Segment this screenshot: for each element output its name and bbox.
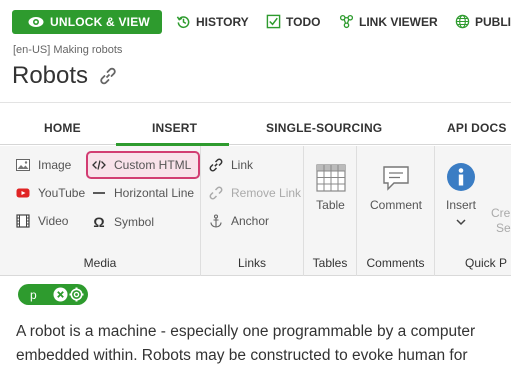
todo-button[interactable]: TODO — [266, 14, 320, 29]
horizontal-line-label: Horizontal Line — [114, 186, 195, 200]
chevron-down-icon — [456, 219, 466, 226]
globe-icon — [455, 14, 470, 29]
page-title: Robots — [12, 62, 118, 90]
link-viewer-button[interactable]: LINK VIEWER — [339, 14, 438, 29]
create-label-1: Cre — [491, 206, 511, 220]
unlink-icon — [209, 186, 223, 200]
quick-group: Insert Cre Se Quick P — [435, 146, 511, 276]
horizontal-line-button[interactable]: Horizontal Line — [92, 186, 194, 200]
publish-label: PUBLIS — [475, 14, 511, 29]
divider — [0, 102, 511, 103]
tables-group: Table Tables — [304, 146, 357, 276]
link-button[interactable]: Link — [209, 158, 253, 172]
horizontal-line-icon — [93, 192, 105, 194]
unlock-and-view-button[interactable]: UNLOCK & VIEW — [12, 10, 162, 34]
video-button[interactable]: Video — [16, 214, 68, 228]
table-label: Table — [316, 198, 345, 212]
create-label-2: Se — [496, 221, 511, 235]
link-label: Link — [231, 158, 254, 172]
comment-icon — [383, 166, 409, 191]
history-button[interactable]: HISTORY — [176, 14, 249, 29]
film-icon — [16, 214, 30, 228]
tag-name: p — [30, 287, 37, 302]
comment-label: Comment — [369, 198, 422, 212]
tab-single-sourcing[interactable]: SINGLE-SOURCING — [266, 121, 382, 135]
symbol-label: Symbol — [114, 215, 155, 229]
tab-api-docs[interactable]: API DOCS — [447, 121, 507, 135]
tables-group-label: Tables — [312, 256, 348, 270]
content-line: embedded within. Robots may be construct… — [16, 347, 468, 364]
checkbox-icon — [266, 14, 281, 29]
links-group-label: Links — [237, 256, 266, 270]
history-label: HISTORY — [196, 14, 249, 29]
content-line: A robot is a machine - especially one pr… — [16, 323, 476, 340]
unlock-and-view-label: UNLOCK & VIEW — [50, 15, 150, 29]
comments-group: Comment Comments — [357, 146, 435, 276]
tab-insert[interactable]: INSERT — [152, 121, 197, 135]
anchor-button[interactable]: Anchor — [209, 214, 269, 228]
link-icon[interactable] — [98, 66, 118, 86]
video-label: Video — [38, 214, 69, 228]
youtube-button[interactable]: YouTube — [16, 186, 85, 200]
close-icon[interactable] — [53, 287, 68, 302]
media-group: Image Custom HTML YouTube Horizontal Lin… — [0, 146, 201, 276]
insert-dropdown-button[interactable]: Insert — [441, 162, 481, 232]
anchor-icon — [210, 214, 222, 228]
publish-button[interactable]: PUBLIS — [455, 14, 511, 29]
tab-home[interactable]: HOME — [44, 121, 81, 135]
insert-ribbon: Image Custom HTML YouTube Horizontal Lin… — [0, 146, 511, 276]
editor-content[interactable]: A robot is a machine - especially one pr… — [16, 320, 511, 368]
image-label: Image — [38, 158, 72, 172]
remove-link-button[interactable]: Remove Link — [209, 186, 301, 200]
omega-icon: Ω — [93, 214, 105, 230]
element-tag-pill[interactable]: p — [18, 284, 88, 305]
remove-link-label: Remove Link — [231, 186, 302, 200]
symbol-button[interactable]: Ω Symbol — [92, 214, 154, 230]
table-icon — [315, 164, 346, 192]
chain-link-icon — [209, 158, 223, 172]
history-icon — [176, 16, 190, 29]
link-viewer-icon — [339, 14, 354, 29]
youtube-icon — [16, 188, 30, 198]
custom-html-button[interactable]: Custom HTML — [92, 158, 191, 172]
eye-icon — [28, 17, 44, 27]
comment-button[interactable]: Comment — [357, 164, 435, 212]
image-icon — [16, 159, 30, 171]
todo-label: TODO — [286, 14, 321, 29]
page-title-text: Robots — [12, 62, 89, 89]
media-group-label: Media — [83, 256, 117, 270]
create-button[interactable]: Cre Se — [491, 206, 511, 236]
custom-html-label: Custom HTML — [114, 158, 192, 172]
breadcrumb[interactable]: [en-US] Making robots — [13, 44, 122, 56]
gear-icon[interactable] — [69, 287, 84, 302]
insert-label: Insert — [445, 198, 476, 212]
ribbon-tabs: HOME INSERT SINGLE-SOURCING API DOCS — [0, 115, 511, 146]
top-toolbar: UNLOCK & VIEW HISTORY TODO LINK VIEWER P… — [0, 0, 511, 44]
code-icon — [92, 160, 106, 170]
link-viewer-label: LINK VIEWER — [359, 14, 438, 29]
table-button[interactable]: Table — [304, 164, 357, 212]
comments-group-label: Comments — [366, 256, 425, 270]
youtube-label: YouTube — [38, 186, 86, 200]
info-icon — [447, 163, 475, 191]
anchor-label: Anchor — [231, 214, 270, 228]
quick-group-label: Quick P — [465, 256, 508, 270]
image-button[interactable]: Image — [16, 158, 71, 172]
links-group: Link Remove Link Anchor Links — [201, 146, 304, 276]
